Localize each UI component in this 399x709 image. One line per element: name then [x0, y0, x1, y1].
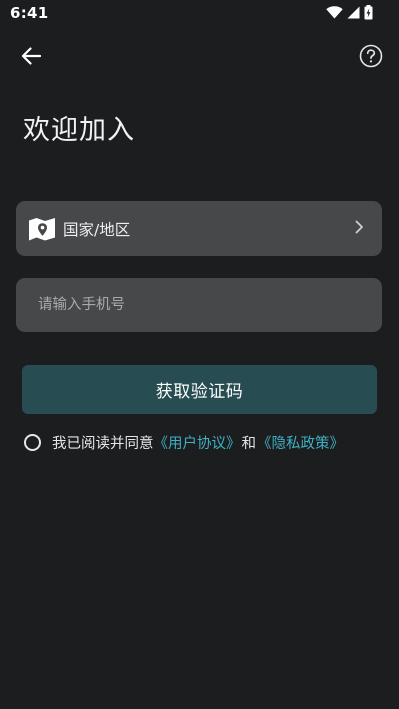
agreement-prefix: 我已阅读并同意: [52, 435, 154, 452]
map-pin-icon: [28, 217, 56, 241]
phone-input[interactable]: [16, 278, 382, 332]
country-selector[interactable]: 国家/地区: [16, 201, 382, 256]
chevron-right-icon: [355, 220, 364, 234]
agreement-radio[interactable]: [24, 433, 41, 451]
status-bar: 6:41: [0, 0, 399, 28]
battery-icon: [364, 5, 373, 20]
agreement-row: 我已阅读并同意 《用户协议》 和 《隐私政策》: [24, 431, 344, 453]
status-icons: [326, 5, 373, 20]
help-circle-icon: [359, 44, 383, 72]
page-title: 欢迎加入: [23, 115, 135, 146]
wifi-icon: [326, 6, 343, 19]
privacy-policy-link[interactable]: 《隐私政策》: [257, 432, 344, 453]
user-agreement-link[interactable]: 《用户协议》: [154, 432, 241, 453]
signal-icon: [347, 6, 360, 19]
agreement-conjunction: 和: [241, 435, 257, 452]
country-label: 国家/地区: [63, 220, 131, 239]
back-button[interactable]: [16, 43, 46, 73]
help-button[interactable]: [358, 44, 384, 72]
status-time: 6:41: [10, 4, 49, 22]
get-code-button[interactable]: 获取验证码: [22, 365, 377, 414]
arrow-left-icon: [21, 47, 42, 69]
